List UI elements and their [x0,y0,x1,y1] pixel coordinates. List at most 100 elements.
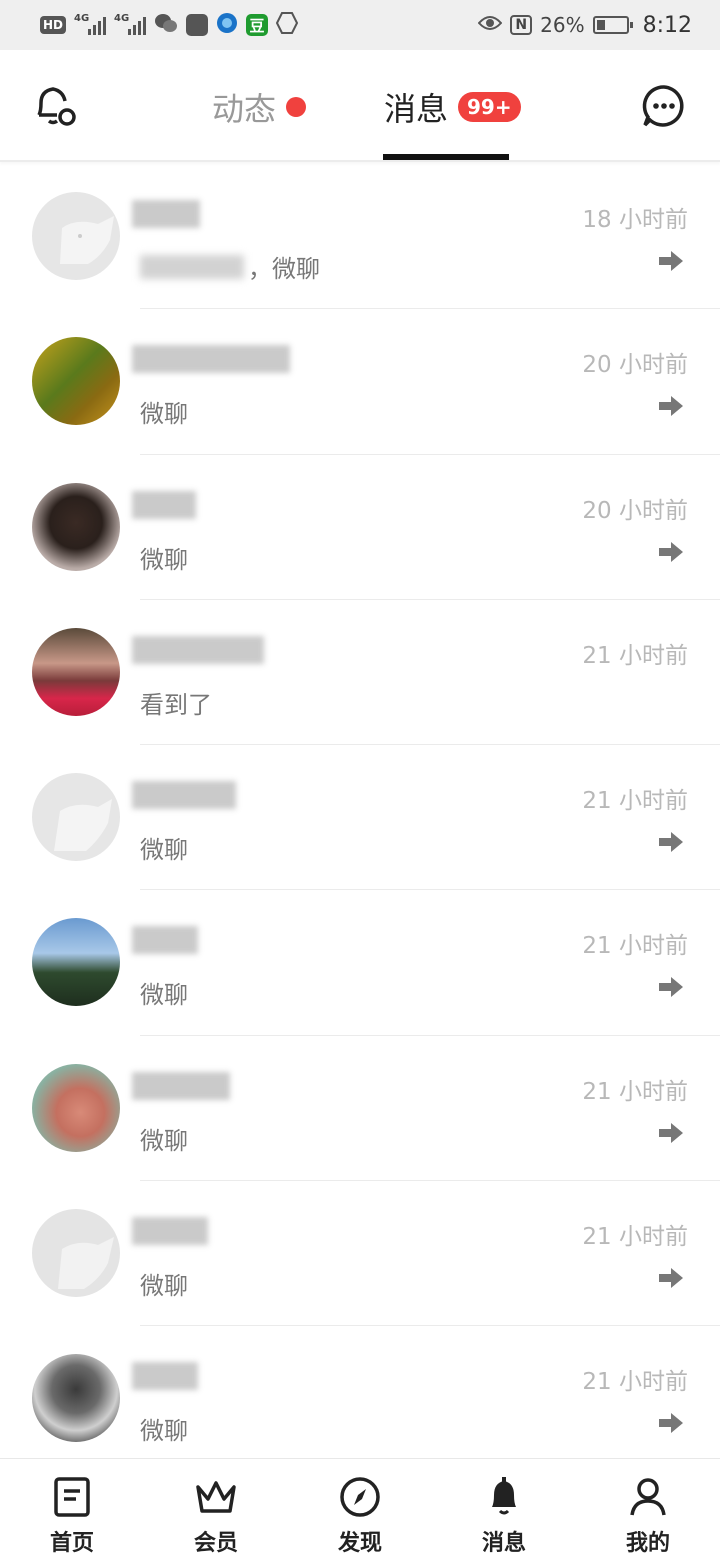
message-preview: 看到了 [140,685,212,720]
bell-icon [492,1477,516,1515]
forward-arrow-icon [659,396,683,417]
avatar[interactable] [32,192,120,280]
message-preview-text: 微聊 [140,1417,188,1446]
avatar[interactable] [32,1063,120,1152]
nfc-icon: N [510,15,533,35]
message-time: 21 小时前 [582,788,688,815]
message-preview: 微聊 [140,540,188,575]
battery-icon [592,16,633,34]
message-preview-text: 微聊 [140,981,188,1010]
nav-vip[interactable]: 会员 [144,1459,288,1560]
message-row[interactable]: 21 小时前 微聊 [0,745,720,891]
nav-discover[interactable]: 发现 [288,1459,432,1560]
unread-badge: 99+ [458,92,521,122]
status-bar: HD 4G 4G 豆 N 26% 8:12 [0,0,720,50]
nav-mine-label: 我的 [625,1531,670,1556]
message-preview: 微聊 [140,1121,188,1156]
douban-icon: 豆 [246,14,269,36]
tab-messages-label: 消息 [384,90,449,128]
message-time: 21 小时前 [582,1224,688,1251]
forward-arrow-icon [659,977,683,998]
message-row[interactable]: 21 小时前 看到了 [0,600,720,746]
avatar[interactable] [32,627,120,716]
message-preview: 微聊 [140,1411,188,1446]
wechat-icon [154,12,178,39]
message-row[interactable]: 21 小时前 微聊 [0,1181,720,1327]
contact-name-blurred [132,1217,208,1246]
message-time: 21 小时前 [582,1369,688,1396]
crown-icon [196,1481,236,1513]
signal-icon: 4G [114,13,147,35]
message-preview-text: 微聊 [140,545,188,574]
message-preview-text: 微聊 [140,836,188,865]
forward-arrow-icon [659,541,683,562]
message-preview: 微聊 [140,1266,188,1301]
top-tab-bar: 动态 消息 99+ [0,50,720,162]
bottom-nav: 首页 会员 发现 消息 我的 [0,1458,720,1560]
nav-messages[interactable]: 消息 [432,1459,576,1560]
contact-name-blurred [132,1362,198,1391]
contact-name-blurred [132,926,198,955]
bell-settings-icon[interactable] [28,80,80,132]
tab-messages[interactable]: 消息 99+ [384,84,521,130]
status-right: N 26% 8:12 [478,13,692,38]
battery-percent: 26% [540,13,585,37]
clock: 8:12 [642,12,692,38]
nav-home-label: 首页 [49,1531,94,1556]
eye-icon [478,13,503,37]
nav-vip-label: 会员 [193,1531,238,1556]
contact-name-blurred [132,635,264,664]
message-time: 21 小时前 [582,1078,688,1105]
message-preview-text: 微聊 [140,1126,188,1155]
home-doc-icon [54,1477,90,1517]
avatar[interactable] [32,1354,120,1443]
contact-name-blurred [132,490,196,519]
message-preview: 微聊 [140,830,188,865]
avatar[interactable] [32,482,120,571]
signal-icon: 4G [74,13,107,35]
forward-arrow-icon [659,832,683,853]
chat-bubble-icon[interactable] [638,80,690,132]
forward-arrow-icon [659,251,683,271]
nav-messages-label: 消息 [481,1531,526,1556]
avatar[interactable] [32,773,120,862]
contact-name-blurred [132,345,290,374]
tab-dynamics-label: 动态 [212,90,277,128]
message-row[interactable]: 21 小时前 微聊 [0,890,720,1036]
message-preview: ，微聊 [140,249,320,284]
avatar[interactable] [32,337,120,426]
message-preview-text: 微聊 [140,1272,188,1301]
avatar[interactable] [32,1209,120,1298]
preview-blurred [140,254,244,279]
message-time: 20 小时前 [582,497,688,524]
message-row[interactable]: 18 小时前 ，微聊 [0,164,720,310]
tab-dynamics[interactable]: 动态 [212,84,307,130]
forward-arrow-icon [659,1122,683,1143]
contact-name-blurred [132,781,236,810]
message-preview-text: 微聊 [140,400,188,429]
nav-discover-label: 发现 [337,1531,382,1556]
message-time: 20 小时前 [582,352,688,379]
contact-name-blurred [132,1071,230,1100]
message-preview: 微聊 [140,975,188,1010]
nav-mine[interactable]: 我的 [576,1459,720,1560]
message-time: 21 小时前 [582,933,688,960]
message-list: 18 小时前 ，微聊 20 小时前 微聊 20 小时前 微聊 21 小时前 看到… [0,164,720,1472]
message-preview-text: 看到了 [140,690,212,719]
message-row[interactable]: 20 小时前 微聊 [0,455,720,600]
message-time: 18 小时前 [582,207,688,233]
avatar[interactable] [32,918,120,1007]
browser-icon [216,12,238,39]
forward-arrow-icon [659,1413,683,1434]
message-preview-text: ，微聊 [248,255,320,283]
nav-home[interactable]: 首页 [0,1459,144,1560]
status-left: HD 4G 4G 豆 [40,11,299,39]
unread-dot [286,97,307,117]
message-row[interactable]: 21 小时前 微聊 [0,1036,720,1182]
person-icon [630,1478,666,1516]
hd-icon: HD [40,16,67,34]
message-row[interactable]: 20 小时前 微聊 [0,309,720,455]
store-icon [186,14,209,36]
active-tab-indicator [383,154,509,160]
message-row[interactable]: 21 小时前 微聊 [0,1326,720,1471]
